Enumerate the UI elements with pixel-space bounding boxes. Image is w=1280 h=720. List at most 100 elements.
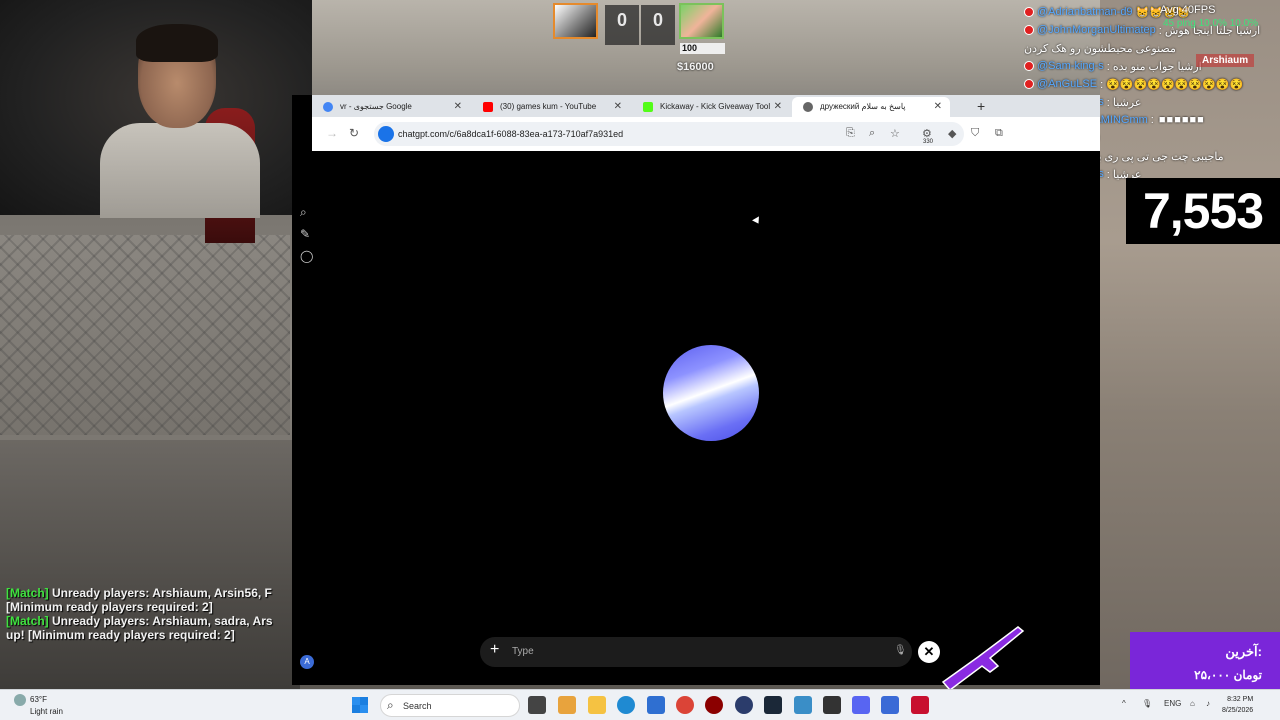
youtube-badge-icon — [1024, 79, 1034, 89]
shield-icon[interactable]: ⛉ — [971, 127, 979, 140]
mouse-cursor — [752, 216, 762, 226]
rifle-icon — [941, 626, 1025, 692]
new-tab-button[interactable]: + — [977, 95, 985, 117]
extensions-puzzle-icon[interactable]: ⧉ — [995, 127, 1003, 140]
donation-title: آخرین: — [1225, 644, 1262, 659]
forward-icon[interactable]: → — [326, 126, 338, 140]
chat-text: : ارشیا جواب منو بده — [1106, 60, 1202, 73]
valorant-icon[interactable] — [911, 696, 929, 714]
translate-icon[interactable]: ⎘ — [846, 127, 855, 140]
obs-icon[interactable] — [735, 696, 753, 714]
mic-muted-icon[interactable]: 🎙 — [894, 645, 907, 656]
discord-icon[interactable] — [852, 696, 870, 714]
url-text: chatgpt.com/c/6a8dca1f-6088-83ea-a173-71… — [398, 129, 624, 139]
tab-chatgpt[interactable]: дружеский پاسخ به سلام ✕ — [792, 97, 950, 117]
file-explorer-icon[interactable] — [588, 696, 606, 714]
network-icon[interactable]: ⌂ — [1190, 699, 1195, 708]
taskbar-search[interactable]: ⌕ Search — [380, 694, 520, 717]
account-avatar[interactable]: A — [300, 655, 314, 669]
youtube-badge-icon — [1024, 7, 1034, 17]
game-hud-scoreboard: 0 0 100 $16000 — [553, 3, 728, 83]
taskbar-clock[interactable]: 8:32 PM 8/25/2026 — [1222, 694, 1253, 716]
close-tab-icon[interactable]: ✕ — [454, 97, 462, 117]
score-ct: 0 — [605, 5, 639, 45]
search-label: Search — [403, 701, 432, 711]
donation-amount: ۲۵،۰۰۰ تومان — [1194, 668, 1262, 682]
tab-label: Kickaway - Kick Giveaway Tool — [660, 102, 771, 111]
viewer-count: 7,553 — [1126, 178, 1280, 244]
tab-youtube[interactable]: (30) games kum - YouTube ✕ — [472, 97, 630, 117]
screen: 0 0 100 $16000 @Adrianbatman-d9 😸😸😸😸 @Joh… — [0, 0, 1280, 720]
player-avatar-t — [679, 3, 724, 39]
tab-label: vr - جستجوی Google — [340, 102, 412, 111]
close-voice-button[interactable]: ✕ — [918, 641, 940, 663]
match-line: [Match] Unready players: Arshiaum, sadra… — [6, 614, 273, 628]
match-line: [Match] Unready players: Arshiaum, Arsin… — [6, 586, 273, 600]
telegram-icon[interactable] — [794, 696, 812, 714]
chainlink-fence — [0, 235, 290, 435]
health-value: 100 — [680, 43, 725, 54]
player-avatar-ct — [553, 3, 598, 39]
match-text: [Minimum ready players required: 2] — [6, 600, 213, 614]
close-tab-icon[interactable]: ✕ — [934, 97, 942, 117]
pin-icon[interactable]: ✎ — [300, 227, 314, 241]
chat-username: @JohnMorganUltimatep — [1037, 24, 1156, 36]
task-view-icon[interactable] — [528, 696, 546, 714]
clock-date: 8/25/2026 — [1222, 707, 1254, 714]
money-value: $16000 — [677, 61, 714, 73]
tab-kickaway[interactable]: Kickaway - Kick Giveaway Tool ✕ — [632, 97, 790, 117]
clock-time: 8:32 PM — [1227, 696, 1254, 703]
streamer — [100, 24, 260, 243]
match-text: Unready players: Arshiaum, sadra, Ars — [48, 614, 273, 628]
weather-widget[interactable]: 63°F Light rain — [14, 694, 63, 717]
fps-counter: Avg 40FPS — [1160, 4, 1216, 16]
app-blue-icon[interactable] — [881, 696, 899, 714]
youtube-icon — [483, 102, 493, 112]
bookmark-star-icon[interactable]: ☆ — [890, 127, 900, 140]
app-red-icon[interactable] — [705, 696, 723, 714]
edge-icon[interactable] — [617, 696, 635, 714]
address-bar[interactable]: chatgpt.com/c/6a8dca1f-6088-83ea-a173-71… — [374, 122, 964, 146]
score-t: 0 — [641, 5, 675, 45]
zoom-icon[interactable]: ⌕ — [869, 127, 875, 140]
match-tag: [Match] — [6, 586, 49, 600]
mic-icon[interactable]: 🎙 — [1142, 699, 1152, 708]
close-tab-icon[interactable]: ✕ — [774, 97, 782, 117]
close-tab-icon[interactable]: ✕ — [614, 97, 622, 117]
voice-composer: + Type 🎙 — [480, 637, 912, 667]
steam-icon[interactable] — [764, 696, 782, 714]
chat-text: : عرشیا — [1106, 96, 1142, 109]
copilot-icon[interactable] — [558, 696, 576, 714]
chrome-icon[interactable] — [676, 696, 694, 714]
donation-alert: آخرین: ۲۵،۰۰۰ تومان — [1130, 632, 1280, 694]
chat-text: : ■■■■■■ — [1150, 114, 1205, 126]
tray-chevron-icon[interactable]: ^ — [1122, 699, 1126, 708]
browser-window: vr - جستجوی Google ✕ (30) games kum - Yo… — [292, 95, 1100, 685]
tab-label: дружеский پاسخ به سلام — [820, 102, 906, 111]
search-icon: ⌕ — [387, 698, 394, 712]
store-icon[interactable] — [647, 696, 665, 714]
streamer-hair — [136, 24, 218, 62]
chatgpt-icon — [803, 102, 813, 112]
volume-icon[interactable]: ♪ — [1206, 699, 1210, 708]
extension-diamond-icon[interactable]: ◆ — [948, 127, 956, 140]
youtube-badge-icon — [1024, 61, 1034, 71]
weather-icon — [14, 694, 26, 706]
weather-desc: Light rain — [30, 707, 63, 716]
plus-icon[interactable]: + — [490, 641, 499, 659]
webcam-feed — [0, 0, 312, 243]
chat-bubble-icon[interactable]: ◯ — [300, 249, 314, 263]
language-indicator[interactable]: ENG — [1164, 699, 1181, 708]
site-info-icon[interactable] — [378, 126, 394, 142]
chat-text: مصنوعی محیطشون رو هک کردن — [1024, 42, 1176, 55]
github-icon[interactable] — [823, 696, 841, 714]
tab-google-search[interactable]: vr - جستجوی Google ✕ — [312, 97, 470, 117]
match-console: [Match] Unready players: Arshiaum, Arsin… — [6, 586, 273, 642]
google-icon — [323, 102, 333, 112]
tab-label: (30) games kum - YouTube — [500, 102, 597, 111]
message-input[interactable]: Type — [512, 637, 534, 667]
start-button[interactable] — [352, 697, 368, 713]
reload-icon[interactable]: ↻ — [349, 126, 359, 140]
search-icon[interactable]: ⌕ — [300, 205, 314, 219]
windows-taskbar: 63°F Light rain ⌕ Search ^ ENG 🎙 ⌂ ♪ 8:3… — [0, 689, 1280, 720]
